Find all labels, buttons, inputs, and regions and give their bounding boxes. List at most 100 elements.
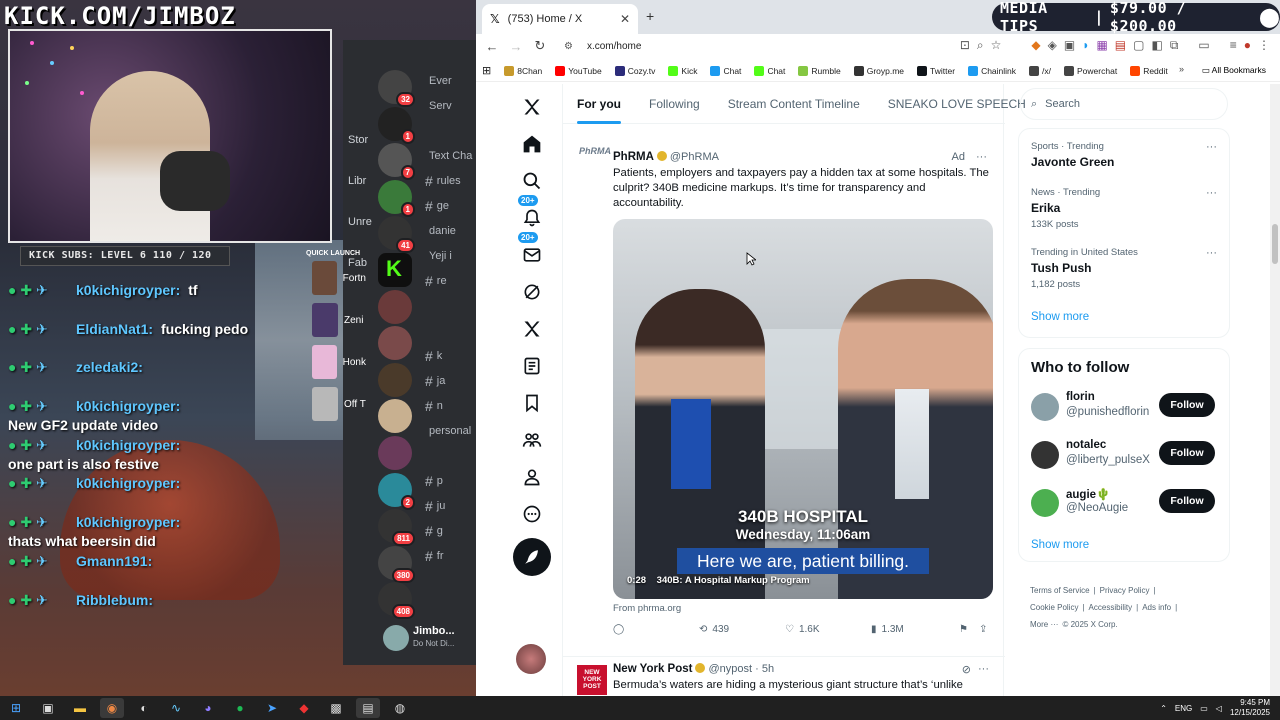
quick-launch-item[interactable]: Honk (306, 341, 366, 383)
follow-button[interactable]: Follow (1159, 441, 1215, 465)
bookmark[interactable]: /x/ (1029, 65, 1051, 76)
more-icon[interactable]: ··· (978, 663, 989, 675)
search-input[interactable]: ⌕ Search (1020, 88, 1228, 120)
windows-start-icon[interactable]: ⊞ (4, 698, 28, 718)
ad-source-link[interactable]: From phrma.org (613, 603, 681, 614)
footer-link[interactable]: More ··· (1030, 620, 1058, 629)
nav-notifications[interactable]: 20+ (512, 195, 552, 236)
tab-x-home[interactable]: 𝕏 (753) Home / X ✕ (482, 4, 638, 34)
discord-channel[interactable]: Text Cha (425, 143, 476, 168)
nav-messages[interactable]: 20+ (512, 232, 552, 273)
nav-profile[interactable] (512, 458, 552, 495)
bookmark[interactable]: Reddit (1130, 65, 1168, 76)
reload-icon[interactable]: ↻ (528, 38, 552, 54)
discord-channel[interactable]: # ge (425, 193, 476, 218)
tweet[interactable]: NEW YORK POST New York Post @nypost · 5h … (563, 656, 1005, 696)
grok-icon[interactable]: ⊘ (962, 663, 971, 676)
tweet-author-name[interactable]: New York Post (613, 663, 692, 675)
discord-channel[interactable]: # p (425, 468, 476, 493)
tweet-author-name[interactable]: PhRMA (613, 151, 654, 163)
discord-server-icon[interactable] (378, 326, 412, 361)
network-icon[interactable]: ▭ (1200, 704, 1208, 713)
discord-server-icon[interactable]: 811 (378, 509, 415, 547)
discord-server-icon[interactable] (378, 289, 412, 324)
profile-avatar[interactable]: ● (1244, 38, 1251, 53)
discord-channel[interactable]: Serv (425, 93, 476, 118)
discord-channel[interactable]: Ever (425, 68, 476, 93)
bookmark[interactable]: Kick (668, 65, 697, 76)
footer-link[interactable]: Terms of Service (1030, 586, 1090, 595)
volume-icon[interactable]: ◁ (1216, 704, 1222, 713)
footer-link[interactable]: © 2025 X Corp. (1062, 620, 1117, 629)
discord-server-icon[interactable]: 380 (378, 545, 415, 583)
account-avatar[interactable] (516, 644, 546, 674)
discord-user-panel[interactable]: Jimbo... Do Not Di... (383, 623, 476, 657)
epic-games-icon[interactable]: ▤ (356, 698, 380, 718)
bookmark[interactable]: Groyp.me (853, 65, 904, 76)
more-icon[interactable]: ··· (1206, 247, 1217, 259)
discord-server-icon[interactable]: 32 (378, 70, 415, 107)
menu-icon[interactable]: ⋮ (1258, 38, 1270, 53)
discord-channel[interactable]: # re (425, 268, 476, 293)
discord-channel[interactable]: Yeji i (425, 243, 476, 268)
discord-channel[interactable] (425, 568, 476, 593)
install-icon[interactable]: ⊡ (960, 38, 970, 53)
extension-icon[interactable]: ◧ (1151, 38, 1162, 53)
bookmark[interactable]: Chainlink (968, 65, 1016, 76)
avatar[interactable] (1031, 393, 1059, 421)
discord-server-icon[interactable]: 1 (378, 179, 415, 217)
post-button[interactable] (513, 538, 551, 576)
share-button[interactable]: ⇪ (979, 624, 987, 635)
file-explorer-icon[interactable]: ▬ (68, 698, 92, 718)
discord-server-icon[interactable]: 408 (378, 582, 415, 620)
discord-server-icon[interactable]: 7 (378, 143, 415, 181)
ad-tweet[interactable]: PhRMA PhRMA @PhRMA Ad ··· Patients, emplo… (563, 136, 1005, 656)
app-icon[interactable]: ▩ (324, 698, 348, 718)
launcher-label[interactable]: Stor (348, 134, 372, 175)
nav-more[interactable] (512, 495, 552, 532)
apps-icon[interactable]: ⊞ (482, 64, 491, 77)
spotify-icon[interactable]: ● (228, 698, 252, 718)
bookmark[interactable]: Twitter (917, 65, 955, 76)
telegram-icon[interactable]: ➤ (260, 698, 284, 718)
timeline-tab[interactable]: SNEAKO LOVE SPEECH (874, 84, 1040, 123)
video-player[interactable]: 340B HOSPITAL Wednesday, 11:06am Here we… (613, 219, 993, 599)
extension-icon[interactable]: ◈ (1048, 38, 1057, 53)
site-info-icon[interactable]: ⚙ (564, 41, 573, 52)
bookmark[interactable]: YouTube (555, 65, 602, 76)
nav-communities[interactable] (512, 421, 552, 458)
discord-channel[interactable]: # k (425, 343, 476, 368)
discord-channel[interactable] (425, 318, 476, 343)
avatar[interactable] (1031, 441, 1059, 469)
repost-button[interactable]: ⟲ 439 (699, 624, 729, 635)
more-icon[interactable]: ··· (1206, 187, 1217, 199)
app-icon[interactable]: ∿ (164, 698, 188, 718)
star-icon[interactable]: ☆ (991, 38, 1002, 53)
discord-channel[interactable]: # g (425, 518, 476, 543)
reply-button[interactable]: ◯ (613, 624, 624, 635)
discord-server-icon[interactable] (378, 362, 412, 397)
x-logo-link[interactable] (512, 88, 552, 125)
extension-icon[interactable]: ▦ (1096, 38, 1107, 53)
language-indicator[interactable]: ENG (1175, 704, 1192, 713)
discord-icon[interactable]: ◕ (196, 698, 220, 718)
discord-channel[interactable]: danie (425, 218, 476, 243)
close-icon[interactable]: ✕ (620, 12, 630, 26)
launcher-label[interactable]: Libr (348, 175, 372, 216)
new-tab-icon[interactable]: + (646, 8, 654, 24)
quick-launch-item[interactable]: Fortn (306, 257, 366, 299)
nav-home[interactable] (512, 125, 552, 162)
extension-icon[interactable]: ▤ (1115, 38, 1126, 53)
show-more-link[interactable]: Show more (1031, 311, 1089, 323)
extension-icon[interactable]: ◆ (1031, 38, 1040, 53)
bookmark[interactable]: Powerchat (1064, 65, 1117, 76)
avatar[interactable] (1031, 489, 1059, 517)
bookmark-button[interactable]: ⚑ (959, 624, 968, 635)
more-icon[interactable]: ··· (976, 151, 987, 163)
timeline-tab[interactable]: For you (563, 84, 635, 124)
tweet-handle[interactable]: @PhRMA (670, 151, 719, 163)
extension-icon[interactable]: ▣ (1064, 38, 1075, 53)
phrma-avatar[interactable]: PhRMA (579, 146, 611, 172)
trend-item[interactable]: Trending in United States Tush Push 1,182 … (1031, 247, 1221, 290)
timeline-tab[interactable]: Stream Content Timeline (714, 84, 874, 123)
